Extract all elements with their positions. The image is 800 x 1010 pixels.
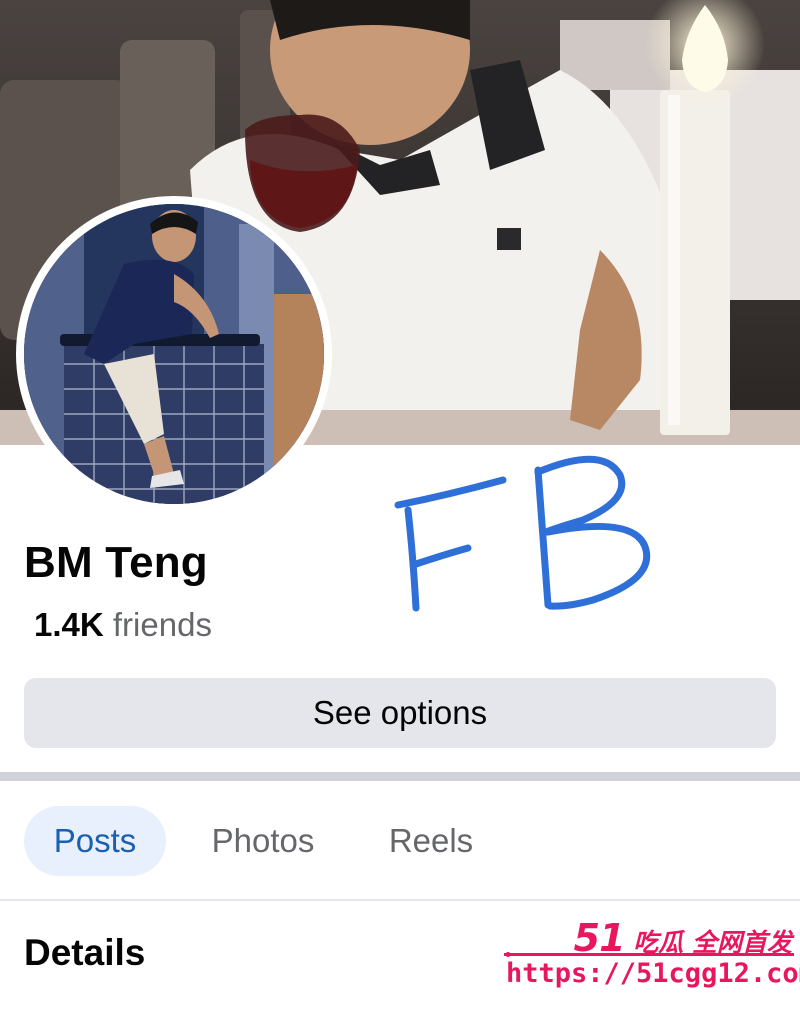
profile-picture	[24, 204, 324, 504]
profile-picture-image	[24, 204, 324, 504]
profile-avatar[interactable]	[16, 196, 332, 512]
profile-name: BM Teng	[24, 538, 208, 587]
tab-photos[interactable]: Photos	[198, 806, 328, 876]
friends-label: friends	[112, 606, 212, 643]
friends-count: 1.4K	[34, 606, 104, 643]
handwritten-fb-annotation	[394, 455, 651, 612]
see-options-label: See options	[312, 694, 488, 731]
watermark-url: https://51cgg12.com	[506, 958, 800, 989]
friends-count-row[interactable]: 1.4K friends	[34, 606, 212, 644]
details-heading: Details	[24, 932, 146, 973]
section-divider	[0, 772, 800, 781]
tab-photos-label: Photos	[211, 822, 315, 859]
profile-tabs: Posts Photos Reels	[0, 800, 800, 880]
see-options-button[interactable]: See options	[24, 678, 776, 748]
watermark-underline	[504, 952, 794, 957]
watermark: 51 吃瓜 全网首发 https://51cgg12.com	[496, 900, 800, 1010]
tab-posts-label: Posts	[53, 822, 137, 859]
tab-reels-label: Reels	[388, 822, 474, 859]
tab-posts[interactable]: Posts	[24, 806, 166, 876]
tab-reels[interactable]: Reels	[380, 806, 482, 876]
